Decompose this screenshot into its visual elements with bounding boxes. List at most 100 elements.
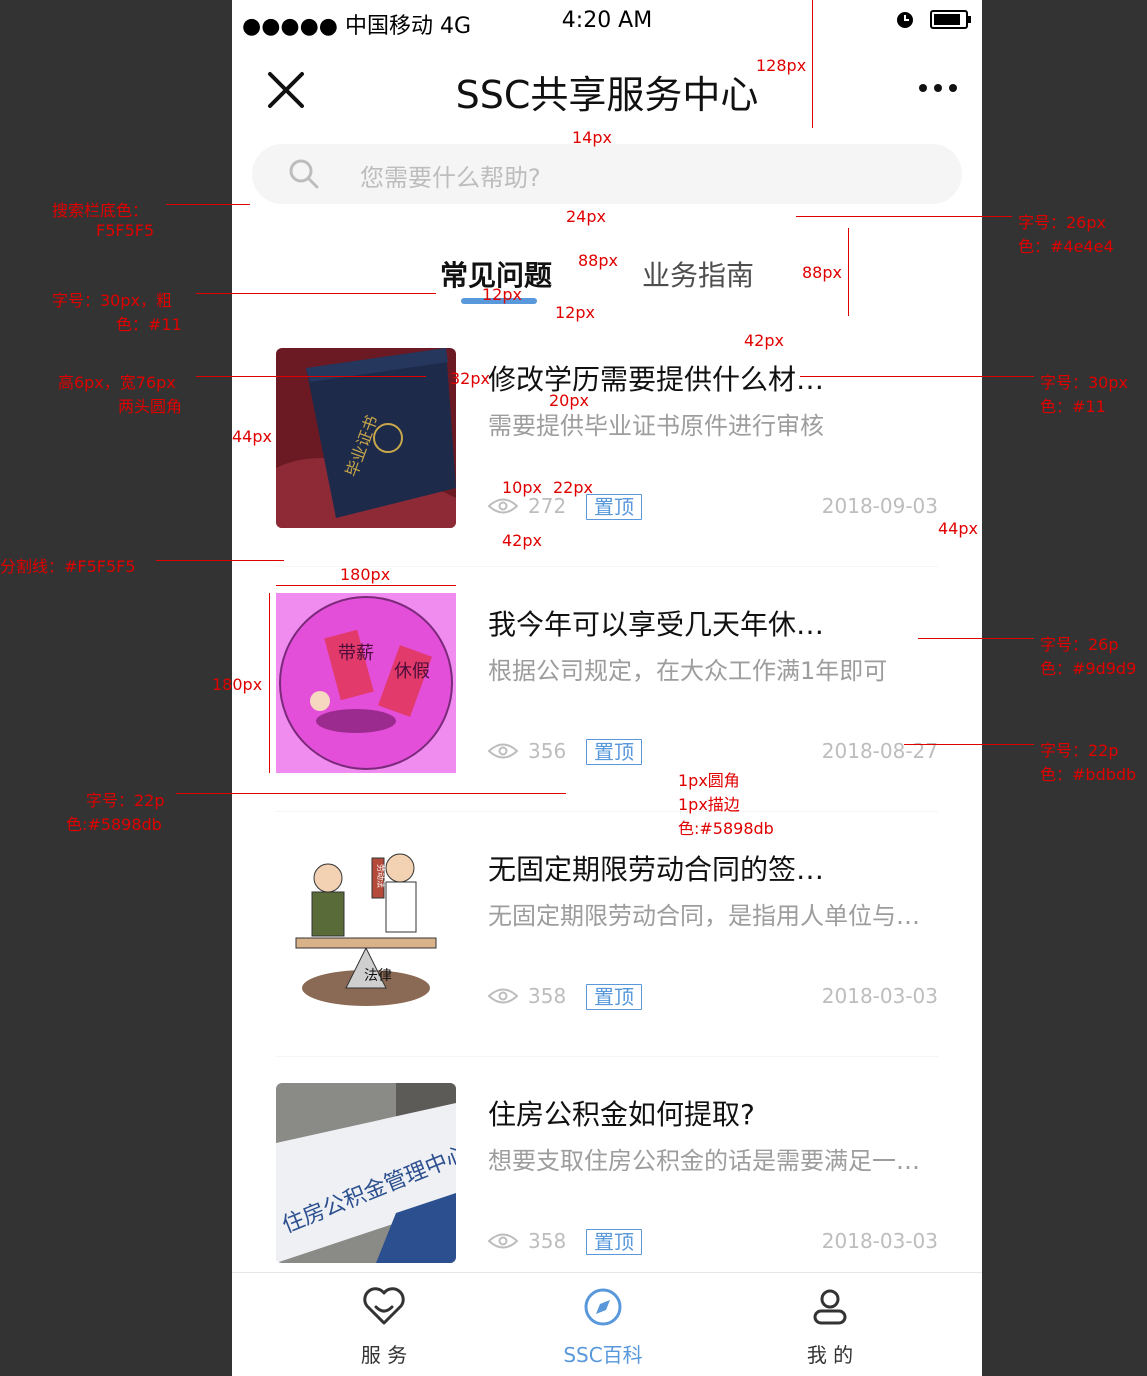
heart-icon xyxy=(363,1287,405,1325)
thumbnail-contract: 法律 劳动法 xyxy=(276,838,456,1018)
tabbar-item-mine[interactable]: 我 的 xyxy=(760,1287,900,1368)
status-right xyxy=(896,10,971,29)
annot-label: 分割线：#F5F5F5 xyxy=(0,557,136,576)
leave-text-b: 休假 xyxy=(394,661,430,682)
annot-line xyxy=(196,293,436,294)
annot-label: 24px xyxy=(566,207,606,226)
contract-text-b: 法律 xyxy=(364,968,392,984)
item-desc: 需要提供毕业证书原件进行审核 xyxy=(488,412,824,440)
annot-line xyxy=(276,585,456,586)
annot-label: 字号：30px xyxy=(1040,373,1128,392)
item-desc: 想要支取住房公积金的话是需要满足一… xyxy=(488,1147,920,1175)
battery-icon xyxy=(930,10,971,29)
item-title: 无固定期限劳动合同的签… xyxy=(488,853,825,886)
annot-label: 42px xyxy=(502,531,542,550)
view-count: 358 xyxy=(528,1229,567,1253)
list-item[interactable]: 住房公积金管理中心 住房公积金如何提取? 想要支取住房公积金的话是需要满足一… … xyxy=(232,1057,982,1302)
search-bar[interactable]: 您需要什么帮助? xyxy=(252,144,962,204)
pinned-badge: 置顶 xyxy=(586,1229,642,1255)
annot-label: 色：#4e4e4 xyxy=(1018,237,1114,256)
annot-label: 高6px，宽76px xyxy=(58,373,176,392)
thumbnail-housing-fund: 住房公积金管理中心 xyxy=(276,1083,456,1263)
view-count: 358 xyxy=(528,984,567,1008)
item-title: 住房公积金如何提取? xyxy=(488,1098,755,1131)
item-date: 2018-08-27 xyxy=(821,739,938,763)
leave-text-a: 带薪 xyxy=(338,643,374,664)
annot-label: 44px xyxy=(938,519,978,538)
item-meta: 356 置顶 2018-08-27 xyxy=(488,737,948,767)
annot-label: 字号：22p xyxy=(86,791,165,810)
annot-label: 色：#11 xyxy=(116,315,182,334)
thumbnail-leave: 带薪 休假 xyxy=(276,593,456,773)
eye-icon xyxy=(488,498,518,514)
user-icon xyxy=(813,1289,847,1325)
annot-label: 10px xyxy=(502,478,542,497)
leave-image: 带薪 休假 xyxy=(276,593,456,773)
annot-line xyxy=(156,560,284,561)
list-item[interactable]: 法律 劳动法 无固定期限劳动合同的签… 无固定期限劳动合同，是指用人单位与… 3… xyxy=(232,812,982,1057)
eye-icon xyxy=(488,743,518,759)
thumbnail-diploma: 毕业证书 xyxy=(276,348,456,528)
phone-screen: ●●●●● 中国移动 4G 4:20 AM SSC共享服务中心 您需要什么帮助?… xyxy=(232,0,982,1376)
search-icon xyxy=(289,159,319,189)
annot-line xyxy=(812,0,813,128)
annot-label: 色：#11 xyxy=(1040,397,1106,416)
contract-text-a: 劳动法 xyxy=(376,864,386,888)
search-placeholder: 您需要什么帮助? xyxy=(360,164,541,192)
pinned-badge: 置顶 xyxy=(586,984,642,1010)
annot-line xyxy=(269,593,270,773)
item-title: 修改学历需要提供什么材… xyxy=(488,363,825,396)
annot-label: 44px xyxy=(232,427,272,446)
contract-image: 法律 劳动法 xyxy=(276,838,456,1018)
item-desc: 根据公司规定，在大众工作满1年即可 xyxy=(488,657,888,685)
annot-label: 32px xyxy=(450,369,490,388)
annot-label: 180px xyxy=(340,565,391,584)
annot-label: 42px xyxy=(744,331,784,350)
list-item[interactable]: 毕业证书 修改学历需要提供什么材… 需要提供毕业证书原件进行审核 272 置顶 … xyxy=(232,322,982,567)
page-title: SSC共享服务中心 xyxy=(455,73,759,117)
annot-label: 搜索栏底色： xyxy=(52,201,149,220)
clock-icon xyxy=(897,11,913,28)
item-date: 2018-03-03 xyxy=(821,984,938,1008)
annot-label: 180px xyxy=(212,675,263,694)
annot-label: 88px xyxy=(578,251,618,270)
eye-icon xyxy=(488,1233,518,1249)
tab-guide[interactable]: 业务指南 xyxy=(642,254,754,294)
item-date: 2018-09-03 xyxy=(821,494,938,518)
tabbar-item-wiki[interactable]: SSC百科 xyxy=(533,1287,673,1368)
tabbar-item-service[interactable]: 服 务 xyxy=(314,1287,454,1368)
annot-label: 128px xyxy=(756,56,807,75)
annot-label: 字号：26px xyxy=(1018,213,1106,232)
bottom-tab-bar: 服 务 SSC百科 我 的 xyxy=(232,1272,982,1376)
diploma-image: 毕业证书 xyxy=(276,348,456,528)
list-item[interactable]: 带薪 休假 我今年可以享受几天年休… 根据公司规定，在大众工作满1年即可 356… xyxy=(232,567,982,812)
eye-icon xyxy=(488,988,518,1004)
annot-label: 88px xyxy=(802,263,842,282)
annot-line xyxy=(166,204,250,205)
annot-line xyxy=(800,376,1034,377)
item-meta: 358 置顶 2018-03-03 xyxy=(488,982,948,1012)
annot-line xyxy=(904,744,1034,745)
annot-label: 色:#5898db xyxy=(678,819,774,838)
tabbar-label: SSC百科 xyxy=(563,1343,643,1367)
pinned-badge: 置顶 xyxy=(586,739,642,765)
annot-label: 1px圆角 xyxy=(678,771,740,790)
annot-label: 14px xyxy=(572,128,612,147)
status-time: 4:20 AM xyxy=(561,8,653,33)
tabbar-label: 服 务 xyxy=(360,1343,408,1367)
annot-label: 色：#bdbdb xyxy=(1040,765,1137,784)
item-meta: 358 置顶 2018-03-03 xyxy=(488,1227,948,1257)
annot-line xyxy=(918,638,1034,639)
status-bar: ●●●●● 中国移动 4G 4:20 AM xyxy=(232,0,982,44)
item-date: 2018-03-03 xyxy=(821,1229,938,1253)
more-icon[interactable] xyxy=(918,80,958,96)
nav-bar: SSC共享服务中心 xyxy=(232,44,982,132)
annot-label: 色：#9d9d9 xyxy=(1040,659,1137,678)
annot-label: 12px xyxy=(482,285,522,304)
annot-label: 1px描边 xyxy=(678,795,740,814)
annot-line xyxy=(848,228,849,316)
annot-label: 字号：22p xyxy=(1040,741,1119,760)
pinned-badge: 置顶 xyxy=(586,494,642,520)
annot-label: 字号：30px，粗 xyxy=(52,291,172,310)
annot-label: 22px xyxy=(553,478,593,497)
